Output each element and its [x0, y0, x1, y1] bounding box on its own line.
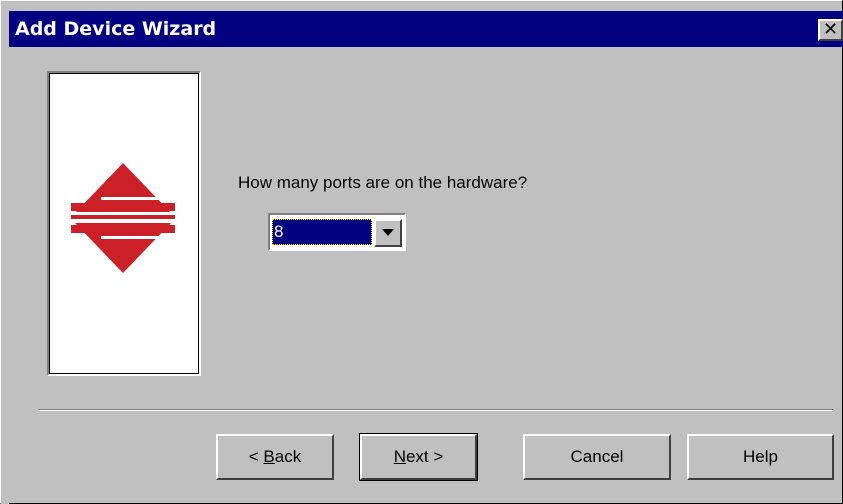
back-prefix: < — [248, 447, 264, 466]
triangle-down-icon — [382, 229, 394, 236]
back-label-rest: ack — [274, 447, 302, 466]
back-mnemonic: B — [263, 447, 275, 466]
button-separator — [38, 409, 833, 411]
red-double-arrow-logo-icon — [67, 163, 179, 273]
next-button[interactable]: Next > — [359, 433, 478, 481]
cancel-button[interactable]: Cancel — [523, 434, 671, 480]
wizard-window: Add Device Wizard ✕ How many ports are o… — [0, 0, 843, 504]
dropdown-arrow-button[interactable] — [374, 219, 402, 247]
close-button[interactable]: ✕ — [818, 19, 843, 41]
ports-dropdown[interactable]: 8 — [268, 213, 406, 251]
ports-question-label: How many ports are on the hardware? — [238, 173, 528, 192]
next-mnemonic: N — [393, 447, 406, 466]
title-bar: Add Device Wizard ✕ — [9, 11, 843, 47]
close-icon: ✕ — [822, 19, 839, 39]
next-label-rest: ext > — [405, 447, 444, 466]
window-left-edge — [1, 1, 9, 504]
help-button[interactable]: Help — [687, 434, 834, 480]
ports-dropdown-value[interactable]: 8 — [272, 219, 372, 245]
wizard-image-panel — [47, 71, 201, 376]
help-label: Help — [743, 447, 778, 466]
window-title: Add Device Wizard — [15, 18, 217, 40]
back-button[interactable]: < Back — [216, 434, 334, 480]
cancel-label: Cancel — [570, 447, 624, 466]
